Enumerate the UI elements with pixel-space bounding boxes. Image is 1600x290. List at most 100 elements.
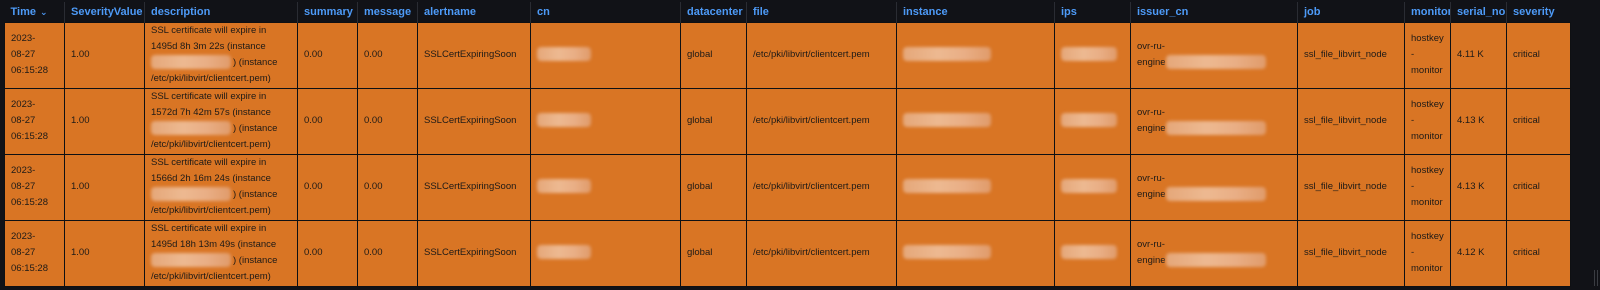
redacted-text — [903, 113, 991, 128]
cell-datacenter: global — [680, 219, 747, 287]
cell-severity-value: 1.00 — [64, 21, 145, 89]
panel-resize-handle[interactable] — [1594, 270, 1598, 286]
redacted-text — [1061, 113, 1117, 128]
cell-datacenter: global — [680, 21, 747, 89]
cell-message: 0.00 — [357, 21, 418, 89]
redacted-text — [903, 47, 991, 62]
cell-instance — [896, 87, 1055, 155]
cell-alertname: SSLCertExpiringSoon — [417, 21, 531, 89]
table-row: 2023- 08-27 06:15:28 1.00 SSL certificate … — [4, 219, 1571, 287]
cell-description: SSL certificate will expire in 1495d 18h … — [144, 219, 298, 287]
cell-instance — [896, 219, 1055, 287]
cell-ips — [1054, 219, 1131, 287]
cell-cn — [530, 153, 681, 221]
redacted-text — [1061, 179, 1117, 194]
cell-issuer-cn: ovr-ru-engine — [1130, 21, 1298, 89]
column-header-time[interactable]: Time ⌄ — [4, 2, 65, 22]
redacted-text — [537, 179, 591, 194]
cell-time: 2023- 08-27 06:15:28 — [4, 21, 65, 89]
cell-file: /etc/pki/libvirt/clientcert.pem — [746, 219, 897, 287]
column-header-summary[interactable]: summary — [297, 2, 358, 22]
cell-cn — [530, 219, 681, 287]
column-header-monitor[interactable]: monitor — [1404, 2, 1451, 22]
redacted-text — [1165, 55, 1266, 70]
alerts-table: Time ⌄ SeverityValue description summary … — [4, 2, 1571, 287]
cell-severity: critical — [1506, 219, 1571, 287]
cell-ips — [1054, 21, 1131, 89]
cell-monitor: hostkey-monitor — [1404, 219, 1451, 287]
cell-description: SSL certificate will expire in 1572d 7h 4… — [144, 87, 298, 155]
column-header-severityvalue[interactable]: SeverityValue — [64, 2, 145, 22]
cell-cn — [530, 87, 681, 155]
cell-severity: critical — [1506, 21, 1571, 89]
cell-message: 0.00 — [357, 153, 418, 221]
column-header-description[interactable]: description — [144, 2, 298, 22]
cell-description: SSL certificate will expire in 1566d 2h 1… — [144, 153, 298, 221]
cell-alertname: SSLCertExpiringSoon — [417, 87, 531, 155]
cell-monitor: hostkey-monitor — [1404, 153, 1451, 221]
cell-message: 0.00 — [357, 219, 418, 287]
table-row: 2023- 08-27 06:15:28 1.00 SSL certificate … — [4, 153, 1571, 221]
cell-severity-value: 1.00 — [64, 87, 145, 155]
redacted-text — [1165, 253, 1266, 268]
cell-job: ssl_file_libvirt_node — [1297, 153, 1405, 221]
redacted-text — [537, 47, 591, 62]
redacted-text — [151, 121, 231, 136]
cell-description: SSL certificate will expire in 1495d 8h 3… — [144, 21, 298, 89]
redacted-text — [1165, 121, 1266, 136]
redacted-text — [537, 113, 591, 128]
cell-monitor: hostkey-monitor — [1404, 87, 1451, 155]
cell-time: 2023- 08-27 06:15:28 — [4, 219, 65, 287]
column-header-datacenter[interactable]: datacenter — [680, 2, 747, 22]
cell-serial-no: 4.13 K — [1450, 87, 1507, 155]
cell-severity-value: 1.00 — [64, 153, 145, 221]
cell-serial-no: 4.12 K — [1450, 219, 1507, 287]
cell-monitor: hostkey-monitor — [1404, 21, 1451, 89]
cell-issuer-cn: ovr-ru-engine — [1130, 153, 1298, 221]
column-header-serial-no[interactable]: serial_no — [1450, 2, 1507, 22]
cell-ips — [1054, 87, 1131, 155]
cell-instance — [896, 21, 1055, 89]
table-row: 2023- 08-27 06:15:28 1.00 SSL certificate … — [4, 21, 1571, 89]
redacted-text — [903, 179, 991, 194]
alerts-table-panel: Time ⌄ SeverityValue description summary … — [0, 0, 1600, 290]
cell-job: ssl_file_libvirt_node — [1297, 21, 1405, 89]
chevron-down-icon[interactable]: ⌄ — [40, 7, 48, 18]
table-header-row: Time ⌄ SeverityValue description summary … — [4, 2, 1571, 22]
column-header-job[interactable]: job — [1297, 2, 1405, 22]
cell-serial-no: 4.13 K — [1450, 153, 1507, 221]
cell-severity: critical — [1506, 87, 1571, 155]
cell-instance — [896, 153, 1055, 221]
cell-serial-no: 4.11 K — [1450, 21, 1507, 89]
column-header-message[interactable]: message — [357, 2, 418, 22]
cell-datacenter: global — [680, 87, 747, 155]
column-header-label: Time — [10, 5, 36, 18]
cell-file: /etc/pki/libvirt/clientcert.pem — [746, 153, 897, 221]
cell-job: ssl_file_libvirt_node — [1297, 87, 1405, 155]
cell-summary: 0.00 — [297, 87, 358, 155]
column-header-instance[interactable]: instance — [896, 2, 1055, 22]
cell-alertname: SSLCertExpiringSoon — [417, 219, 531, 287]
redacted-text — [537, 245, 591, 260]
cell-time: 2023- 08-27 06:15:28 — [4, 87, 65, 155]
column-header-issuer-cn[interactable]: issuer_cn — [1130, 2, 1298, 22]
column-header-cn[interactable]: cn — [530, 2, 681, 22]
column-header-alertname[interactable]: alertname — [417, 2, 531, 22]
redacted-text — [151, 55, 231, 70]
cell-job: ssl_file_libvirt_node — [1297, 219, 1405, 287]
cell-severity: critical — [1506, 153, 1571, 221]
column-header-ips[interactable]: ips — [1054, 2, 1131, 22]
cell-summary: 0.00 — [297, 21, 358, 89]
cell-summary: 0.00 — [297, 153, 358, 221]
redacted-text — [1061, 47, 1117, 62]
cell-alertname: SSLCertExpiringSoon — [417, 153, 531, 221]
cell-issuer-cn: ovr-ru-engine — [1130, 219, 1298, 287]
cell-issuer-cn: ovr-ru-engine — [1130, 87, 1298, 155]
cell-datacenter: global — [680, 153, 747, 221]
cell-file: /etc/pki/libvirt/clientcert.pem — [746, 87, 897, 155]
column-header-file[interactable]: file — [746, 2, 897, 22]
redacted-text — [151, 253, 231, 268]
column-header-severity[interactable]: severity — [1506, 2, 1571, 22]
redacted-text — [903, 245, 991, 260]
table-row: 2023- 08-27 06:15:28 1.00 SSL certificate … — [4, 87, 1571, 155]
